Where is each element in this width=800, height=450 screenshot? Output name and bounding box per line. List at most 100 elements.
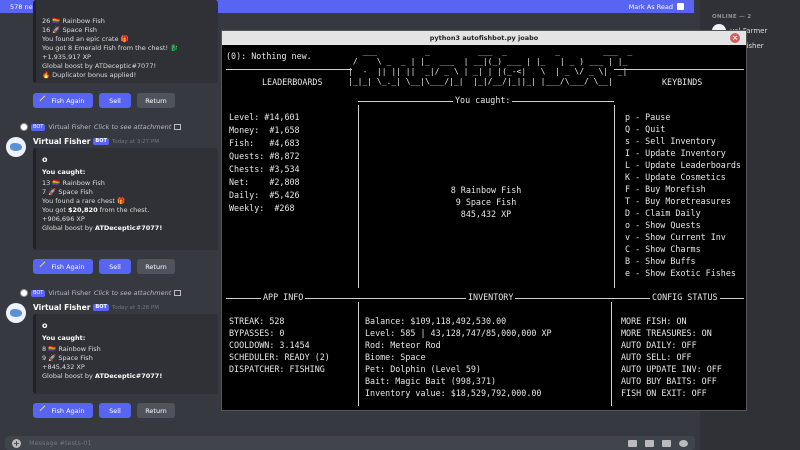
fish-again-label: Fish Again (51, 406, 85, 415)
gift-icon[interactable] (628, 439, 637, 447)
fish-again-button[interactable]: Fish Again (33, 93, 93, 108)
keybind-row: I - Update Inventory (625, 148, 726, 158)
reply-reference[interactable]: BOT Virtual Fisher Click to see attachme… (20, 289, 182, 297)
sell-button[interactable]: Sell (99, 259, 131, 274)
reply-avatar (20, 289, 28, 297)
online-header: ONLINE — 2 (712, 14, 752, 20)
config-row: AUTO UPDATE INV: OFF (621, 364, 722, 374)
action-row: Fish Again Sell Return (33, 403, 175, 418)
sell-button[interactable]: Sell (99, 403, 131, 418)
action-row: Fish Again Sell Return (33, 259, 175, 274)
keybind-row: v - Show Current Inv (625, 232, 726, 242)
mark-as-read-button[interactable]: Mark As Read (629, 3, 684, 11)
sell-button[interactable]: Sell (99, 93, 131, 108)
inventory-row: Bait: Magic Bait (998,371) (365, 376, 497, 386)
fish-result-embed: o You caught: 13 🏳️‍🌈 Rainbow Fish 7 🚀 S… (33, 148, 218, 250)
text: Global boost by (42, 224, 95, 232)
leaderboard-row: Money: #1,658 (229, 125, 300, 135)
return-label: Return (145, 96, 167, 105)
message-author-row: Virtual Fisher BOT Today at 3:28 PM (33, 303, 159, 312)
embed-line: 7 🚀 Space Fish (42, 188, 93, 196)
reply-avatar (20, 123, 28, 131)
gif-icon[interactable] (645, 439, 654, 447)
app-info-row: BYPASSES: 0 (229, 328, 285, 338)
leaderboard-row: Quests: #8,872 (229, 151, 300, 161)
image-icon (174, 124, 182, 130)
embed-line: Global boost by ATDeceptic#7077! (42, 62, 157, 70)
config-row: MORE TREASURES: ON (621, 328, 712, 338)
bot-tag: BOT (93, 304, 109, 311)
sell-label: Sell (109, 96, 121, 105)
leaderboard-row: Weekly: #268 (229, 203, 295, 213)
config-row: AUTO BUY BAITS: OFF (621, 376, 717, 386)
action-row: Fish Again Sell Return (33, 93, 175, 108)
mark-read-icon (677, 3, 684, 10)
inventory-row: Biome: Space (365, 352, 426, 362)
keybind-row: B - Show Buffs (625, 256, 696, 266)
config-row: AUTO SELL: OFF (621, 352, 692, 362)
terminal-titlebar[interactable]: python3 autofishbot.py joabo × (222, 31, 746, 45)
config-row: AUTO DAILY: OFF (621, 340, 697, 350)
reply-reference[interactable]: BOT Virtual Fisher Click to see attachme… (20, 123, 182, 131)
app-info-row: STREAK: 528 (229, 316, 285, 326)
text: You got (42, 206, 68, 214)
terminal-body[interactable]: (0): Nothing new. ___ _ ___ _ _ ___ _ / … (222, 45, 746, 410)
booster-name: ATDeceptic#7077! (94, 224, 163, 232)
keybind-row: s - Sell Inventory (625, 136, 716, 146)
fish-result-embed: o You caught: 8 🏳️‍🌈 Rainbow Fish 9 🚀 Sp… (33, 314, 218, 394)
author-name[interactable]: Virtual Fisher (33, 303, 90, 312)
fish-again-button[interactable]: Fish Again (33, 403, 93, 418)
keybind-row: o - Show Quests (625, 220, 701, 230)
embed-line: 16 🚀 Space Fish (42, 26, 97, 34)
return-button[interactable]: Return (137, 403, 175, 418)
divider (614, 69, 744, 70)
embed-line: +1,935,917 XP (42, 53, 91, 61)
fishing-rod-icon (39, 261, 50, 272)
author-name[interactable]: Virtual Fisher (33, 137, 90, 146)
config-row: FISH ON EXIT: OFF (621, 388, 707, 398)
return-button[interactable]: Return (137, 93, 175, 108)
attach-plus-icon[interactable]: + (12, 438, 21, 448)
reply-author: Virtual Fisher (48, 289, 91, 297)
amount: $20,820 (68, 206, 98, 214)
inventory-row: Balance: $109,118,492,530.00 (365, 316, 507, 326)
caught-row: 9 Space Fish (455, 197, 517, 207)
leaderboard-row: Net: #2,808 (229, 177, 300, 187)
timestamp: Today at 3:28 PM (111, 304, 159, 311)
timestamp: Today at 3:27 PM (111, 138, 159, 145)
embed-line: 9 🚀 Space Fish (42, 354, 93, 362)
embed-line: 8 🏳️‍🌈 Rainbow Fish (42, 345, 101, 353)
embed-line: 26 🏳️‍🌈 Rainbow Fish (42, 17, 105, 25)
keybind-row: Q - Quit (625, 124, 666, 134)
fish-again-button[interactable]: Fish Again (33, 259, 93, 274)
terminal-title: python3 autofishbot.py joabo (429, 34, 539, 42)
inventory-row: Level: 585 | 43,128,747/85,000,000 XP (365, 328, 552, 338)
reply-hint: Click to see attachment (93, 123, 172, 131)
message-input[interactable]: Message #tests-01 (29, 439, 92, 447)
keybind-row: e - Show Exotic Fishes (625, 268, 736, 278)
emoji-icon[interactable] (679, 439, 688, 447)
divider (226, 69, 352, 70)
terminal-window[interactable]: python3 autofishbot.py joabo × (0): Noth… (221, 30, 747, 411)
close-icon[interactable]: × (730, 33, 740, 43)
message-input-bar[interactable]: + Message #tests-01 (5, 436, 695, 450)
bot-tag: BOT (93, 138, 109, 145)
message-author-row: Virtual Fisher BOT Today at 3:27 PM (33, 137, 159, 146)
you-caught-title: You caught: (453, 95, 513, 107)
keybind-row: K - Update Cosmetics (625, 172, 726, 182)
fish-again-label: Fish Again (51, 262, 85, 271)
sticker-icon[interactable] (662, 439, 671, 447)
return-button[interactable]: Return (137, 259, 175, 274)
avatar[interactable] (6, 137, 26, 157)
caught-row: 8 Rainbow Fish (450, 185, 522, 195)
inventory-row: Inventory value: $18,529,792,000.00 (365, 388, 542, 398)
return-label: Return (145, 262, 167, 271)
leaderboard-row: Level: #14,601 (229, 112, 300, 122)
mark-as-read-label: Mark As Read (628, 2, 673, 11)
app-info-row: DISPATCHER: FISHING (229, 364, 325, 374)
embed-line: You found a rare chest 🎁 (42, 197, 126, 205)
avatar[interactable] (6, 303, 26, 323)
text: from the chest. (97, 206, 150, 214)
inventory-row: Pet: Dolphin (Level 59) (365, 364, 481, 374)
embed-line: You got $20,820 from the chest. (42, 206, 212, 215)
